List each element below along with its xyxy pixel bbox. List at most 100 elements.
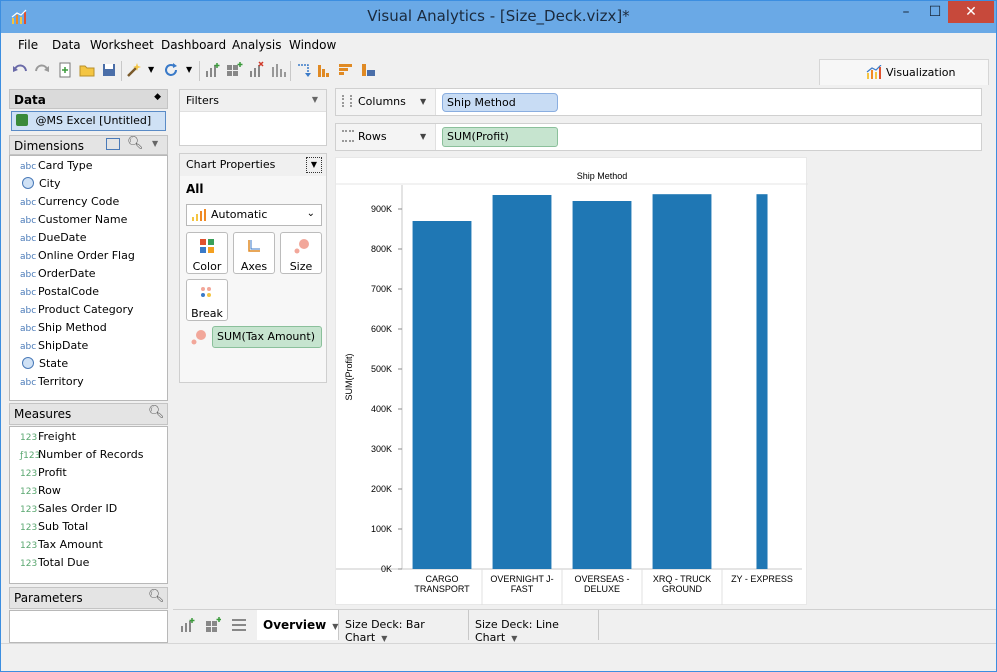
bar-chart-icon[interactable] (269, 61, 287, 79)
data-pane: Data ◆ @MS Excel [Untitled] Dimensions 🔍… (9, 89, 168, 643)
measure-field-item[interactable]: 123Tax Amount (20, 538, 103, 556)
columns-dropdown-icon[interactable]: ▼ (420, 97, 426, 106)
axes-icon (248, 240, 260, 252)
x-tick-label: DELUXE (584, 584, 620, 594)
chart-properties-dropdown-icon[interactable]: ▼ (306, 157, 322, 173)
dimension-field-label: OrderDate (38, 267, 96, 280)
measure-field-item[interactable]: 123Total Due (20, 556, 89, 574)
sheet-tab-bar-chart[interactable]: Size Deck: Bar Chart ▼ (339, 610, 469, 644)
measure-field-item[interactable]: 123Freight (20, 430, 76, 448)
size-button[interactable]: Size (280, 232, 322, 274)
menu-worksheet[interactable]: Worksheet (90, 38, 154, 52)
rows-pill[interactable]: SUM(Profit) (442, 127, 558, 147)
add-dashboard-icon[interactable] (225, 61, 243, 79)
measures-list: 123Freight ƒ123Number of Records 123Profit… (9, 426, 168, 584)
x-tick-label: OVERNIGHT J- (490, 574, 553, 584)
dimension-field-item[interactable]: abc PostalCode (20, 285, 99, 303)
add-chart-icon[interactable] (203, 61, 221, 79)
measure-field-label: Freight (38, 430, 76, 443)
dimension-field-item[interactable]: abc DueDate (20, 231, 87, 249)
magic-wand-icon[interactable] (125, 61, 143, 79)
search-icon[interactable]: 🔍︎ (127, 136, 144, 151)
columns-pill[interactable]: Ship Method (442, 93, 558, 112)
measures-title: Measures (14, 407, 72, 421)
new-worksheet-icon[interactable] (179, 617, 195, 633)
measure-field-label: Sub Total (38, 520, 89, 533)
data-pane-scroll-icon[interactable]: ◆ (154, 92, 161, 102)
measure-field-item[interactable]: 123Profit (20, 466, 67, 484)
menu-dashboard[interactable]: Dashboard (161, 38, 226, 52)
wand-dropdown-icon[interactable]: ▼ (148, 65, 154, 74)
open-folder-icon[interactable] (78, 61, 96, 79)
columns-shelf: Columns ▼ Ship Method (335, 88, 982, 116)
sheet-tab-overview[interactable]: Overview ▼ (257, 610, 339, 640)
x-tick-label: FAST (511, 584, 534, 594)
dimension-field-item[interactable]: abc Currency Code (20, 195, 119, 213)
sheet-tab-dropdown-icon[interactable]: ▼ (381, 634, 387, 643)
dimension-field-item[interactable]: abc ShipDate (20, 339, 88, 357)
minimize-button[interactable]: – (892, 1, 920, 23)
dimensions-dropdown-icon[interactable]: ▼ (152, 139, 158, 148)
rows-dropdown-icon[interactable]: ▼ (420, 132, 426, 141)
dimension-field-item[interactable]: State (20, 357, 68, 375)
clear-sheet-icon[interactable] (247, 61, 265, 79)
mark-type-select[interactable]: Automatic ⌄ (186, 204, 322, 226)
datasource-item[interactable]: @MS Excel [Untitled] (11, 111, 166, 131)
excel-icon (16, 114, 28, 126)
dimension-field-label: State (39, 357, 69, 370)
y-tick-label: 200K (371, 484, 392, 494)
text-type-icon: abc (20, 288, 37, 298)
dimension-field-item[interactable]: abc OrderDate (20, 267, 96, 285)
text-type-icon: abc (20, 234, 37, 244)
sort-ascending-icon[interactable] (315, 61, 333, 79)
x-tick-label: CARGO (425, 574, 458, 584)
dimension-field-item[interactable]: City (20, 177, 61, 195)
number-type-icon: 123 (20, 505, 38, 515)
menu-analysis[interactable]: Analysis (232, 38, 281, 52)
maximize-button[interactable]: ☐ (921, 1, 949, 23)
color-button[interactable]: Color (186, 232, 228, 274)
undo-icon[interactable] (11, 61, 29, 79)
chevron-down-icon: ⌄ (306, 208, 315, 219)
visualization-tab[interactable]: Visualization (819, 59, 989, 85)
dimension-field-item[interactable]: abc Ship Method (20, 321, 107, 339)
dimension-field-item[interactable]: abc Online Order Flag (20, 249, 135, 267)
sheet-tab-line-chart[interactable]: Size Deck: Line Chart ▼ (469, 610, 599, 644)
menu-window[interactable]: Window (289, 38, 336, 52)
dimension-field-item[interactable]: abc Territory (20, 375, 84, 393)
x-tick-label: TRANSPORT (414, 584, 470, 594)
parameters-search-icon[interactable]: 🔍︎ (148, 589, 165, 604)
axes-button[interactable]: Axes (233, 232, 275, 274)
new-dashboard-icon[interactable] (205, 617, 221, 633)
measure-field-item[interactable]: ƒ123Number of Records (20, 448, 144, 466)
sheet-tab-dropdown-icon[interactable]: ▼ (511, 634, 517, 643)
sheet-list-icon[interactable] (231, 618, 247, 632)
swap-axes-icon[interactable] (294, 61, 312, 79)
refresh-dropdown-icon[interactable]: ▼ (186, 65, 192, 74)
menu-data[interactable]: Data (52, 38, 81, 52)
size-pill[interactable]: SUM(Tax Amount) (212, 326, 322, 348)
table-view-icon[interactable] (106, 138, 120, 150)
save-icon[interactable] (100, 61, 118, 79)
sheet-tab-dropdown-icon[interactable]: ▼ (332, 622, 338, 631)
dimension-field-item[interactable]: abc Customer Name (20, 213, 127, 231)
dimension-field-item[interactable]: abc Product Category (20, 303, 134, 321)
measures-header: Measures 🔍︎ (9, 403, 168, 425)
filters-dropdown-icon[interactable]: ▼ (312, 95, 318, 104)
chart-properties-panel: Chart Properties ▼ All Automatic ⌄ Color… (179, 153, 327, 383)
refresh-icon[interactable] (162, 61, 180, 79)
y-tick-label: 100K (371, 524, 392, 534)
measure-field-item[interactable]: 123Sales Order ID (20, 502, 117, 520)
measure-field-item[interactable]: 123Sub Total (20, 520, 88, 538)
measure-field-item[interactable]: 123Row (20, 484, 61, 502)
menu-file[interactable]: File (18, 38, 38, 52)
new-sheet-icon[interactable] (56, 61, 74, 79)
close-button[interactable]: ✕ (948, 1, 994, 23)
dimension-field-item[interactable]: abc Card Type (20, 159, 93, 177)
redo-icon[interactable] (33, 61, 51, 79)
break-button[interactable]: Break (186, 279, 228, 321)
measures-search-icon[interactable]: 🔍︎ (148, 405, 165, 420)
fit-view-icon[interactable] (359, 61, 377, 79)
parameters-title: Parameters (14, 591, 83, 605)
sort-descending-icon[interactable] (337, 61, 355, 79)
